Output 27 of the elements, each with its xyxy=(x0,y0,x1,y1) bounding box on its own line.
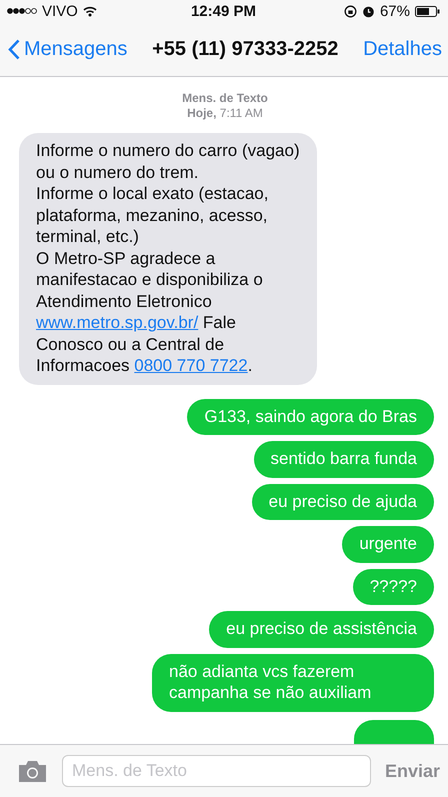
battery-icon xyxy=(414,6,440,16)
wifi-icon xyxy=(82,6,97,16)
message-input[interactable]: Mens. de Texto xyxy=(62,755,371,787)
message-link[interactable]: 0800 770 7722 xyxy=(134,356,248,375)
back-button[interactable]: Mensagens xyxy=(8,38,128,60)
carrier-name: VIVO xyxy=(42,2,78,20)
send-button[interactable]: Enviar xyxy=(384,760,440,782)
timestamp: Hoje, 7:11 AM xyxy=(187,106,263,121)
message-bubble: Informe o numero do carro (vagao) ou o numero do trem. Informe o local exato (estacao, plataforma, mezanino, acesso, terminal, etc.) O Metro-SP agradece a manifestacao e disponibiliza o Atendimento Eletronico www.metro.sp.gov.br/ Fale Conosco ou a Central de Informacoes 0800 770 7722. xyxy=(19,133,317,384)
message-bubble: G133, saindo agora do Bras xyxy=(187,398,434,435)
message-bubble: ????? xyxy=(352,568,434,605)
message-bubble: eu preciso de assistência xyxy=(209,611,434,648)
signal-icon xyxy=(7,8,37,14)
message-link[interactable]: www.metro.sp.gov.br/ xyxy=(36,313,198,332)
details-button[interactable]: Detalhes xyxy=(363,38,442,60)
service-label: Mens. de Texto xyxy=(182,91,268,106)
message-bubble: sentido barra funda xyxy=(254,441,434,478)
camera-icon[interactable] xyxy=(17,760,48,782)
rotation-lock-icon xyxy=(344,4,357,18)
status-time: 12:49 PM xyxy=(190,2,256,20)
message-bubble: eu preciso de ajuda xyxy=(252,484,434,520)
contact-title: +55 (11) 97333-2252 xyxy=(152,38,338,60)
message-bubble: não adianta vcs fazerem campanha se não auxiliam xyxy=(152,654,434,712)
chevron-icon xyxy=(8,38,20,60)
battery-percent: 67% xyxy=(380,2,410,20)
message-bubble: urgente xyxy=(342,526,434,562)
alarm-icon xyxy=(362,4,375,18)
